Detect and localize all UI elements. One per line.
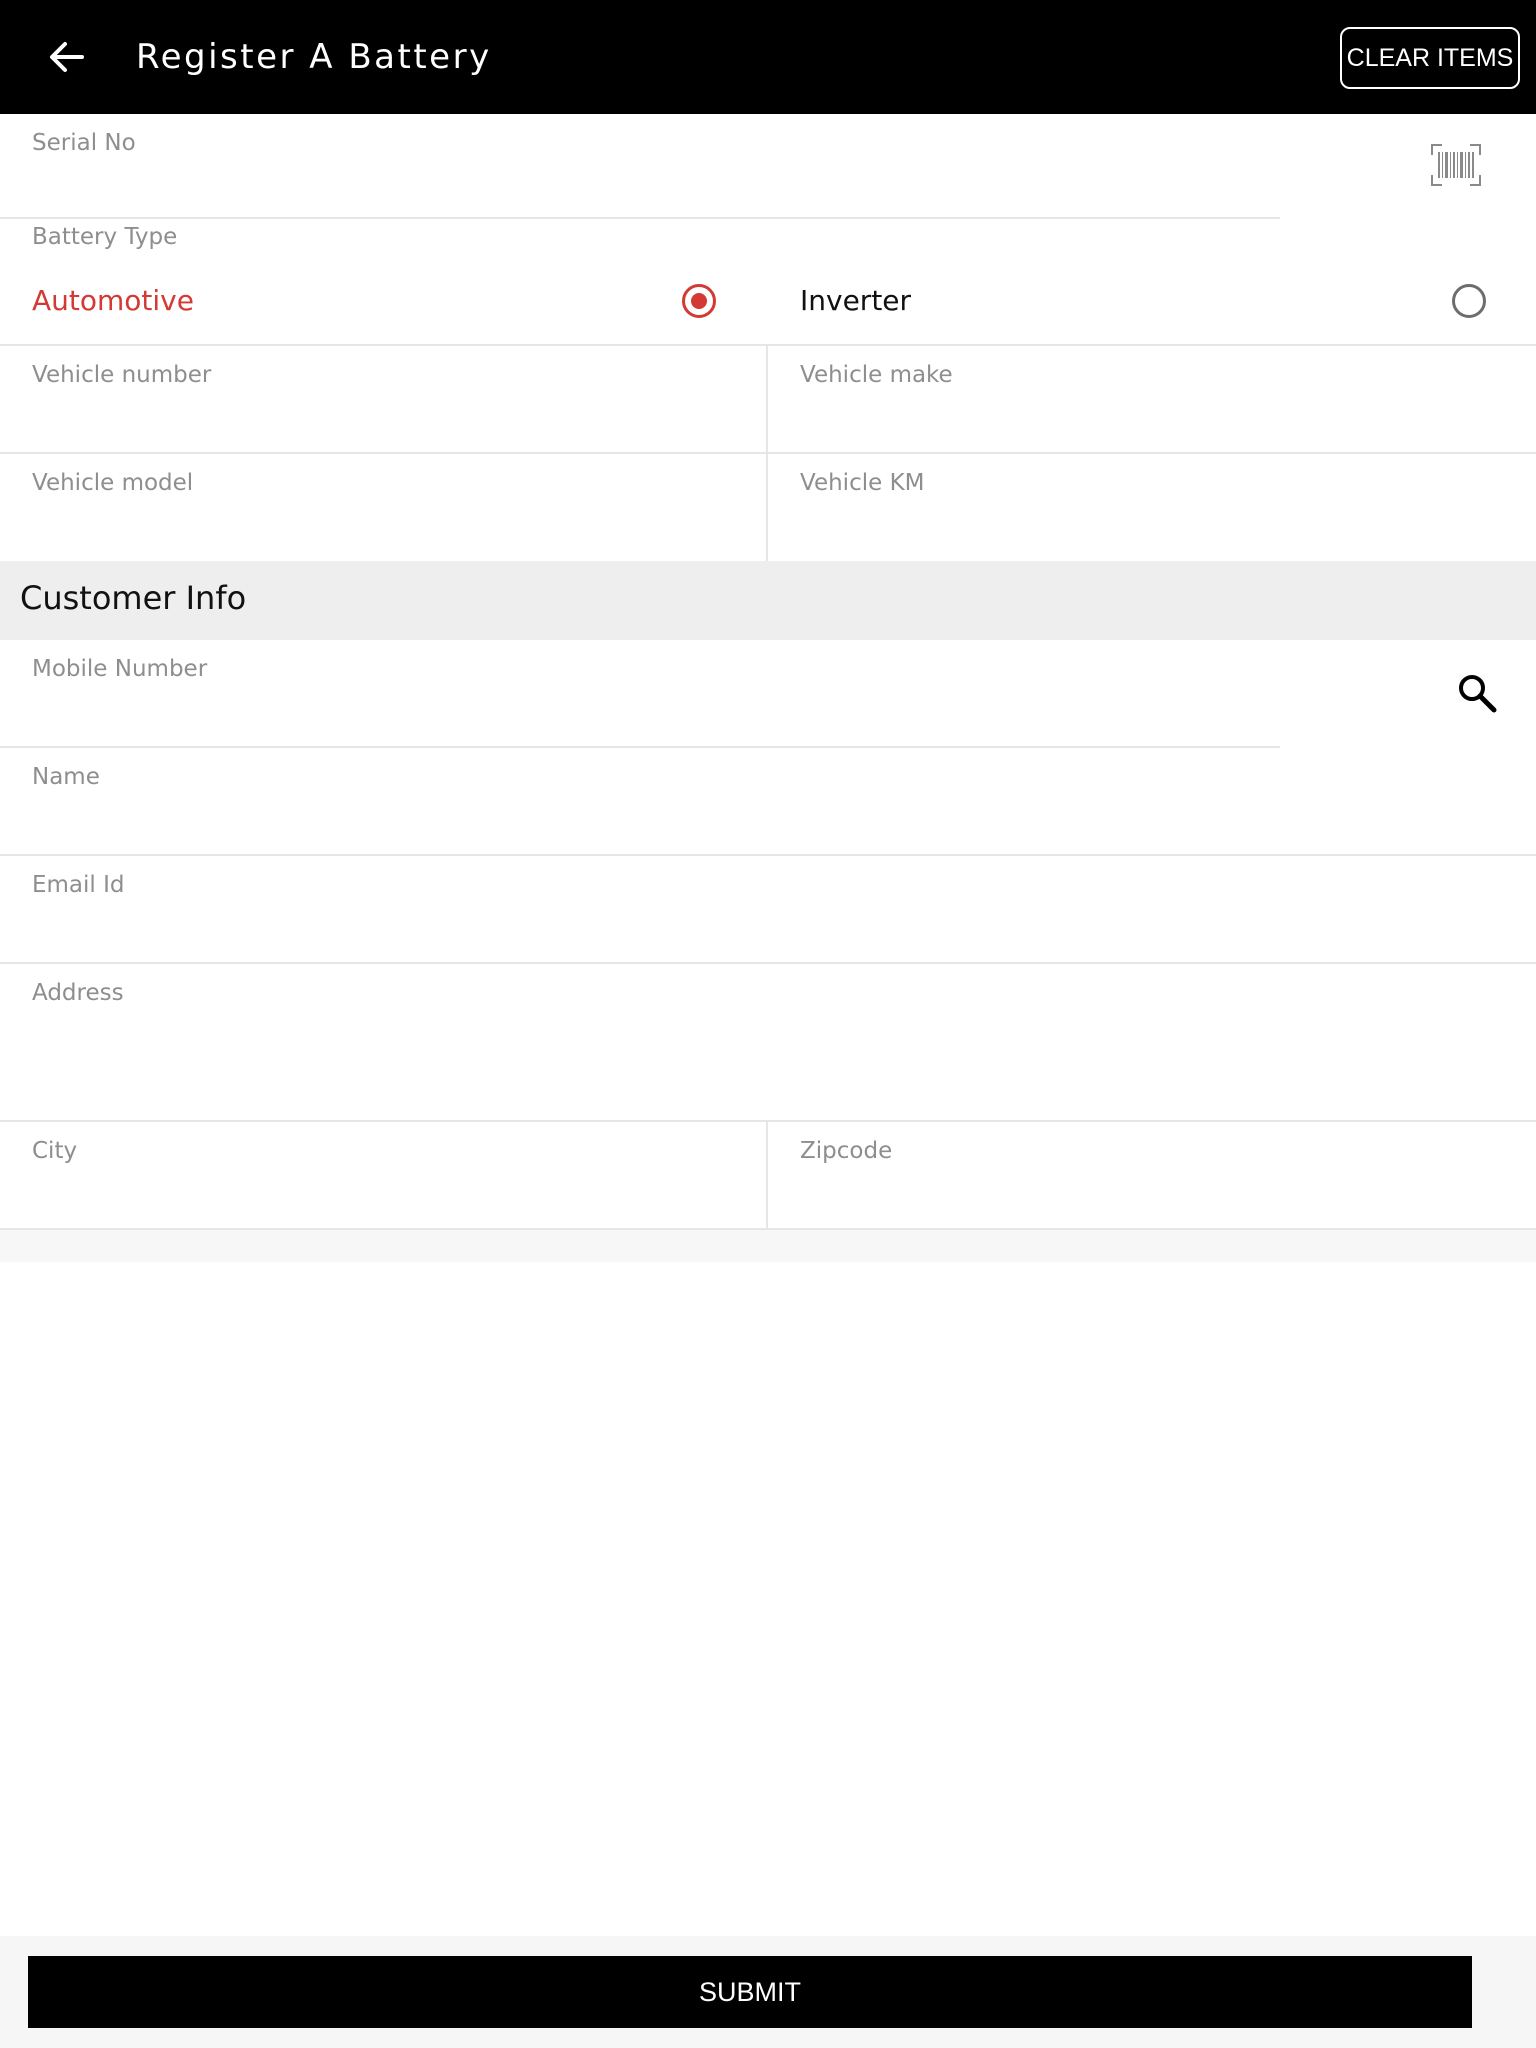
vehicle-km-input[interactable]	[800, 506, 1516, 546]
vehicle-number-input[interactable]	[32, 398, 746, 438]
zipcode-input[interactable]	[800, 1174, 1516, 1214]
customer-info-section-header: Customer Info	[0, 561, 1536, 640]
serial-no-field[interactable]: Serial No	[0, 114, 1280, 218]
email-label: Email Id	[32, 872, 125, 898]
search-icon	[1459, 675, 1497, 713]
page-title: Register A Battery	[136, 37, 492, 77]
serial-no-input[interactable]	[32, 166, 1260, 206]
vehicle-number-label: Vehicle number	[32, 362, 212, 388]
mobile-number-field[interactable]: Mobile Number	[0, 640, 1280, 746]
automotive-label: Automotive	[32, 284, 194, 317]
vehicle-make-label: Vehicle make	[800, 362, 953, 388]
zipcode-label: Zipcode	[800, 1138, 893, 1164]
serial-no-label: Serial No	[32, 130, 136, 156]
radio-selected-icon	[682, 284, 716, 318]
radio-inverter[interactable]: Inverter	[768, 270, 1536, 332]
radio-unselected-icon	[1452, 284, 1486, 318]
zipcode-field[interactable]: Zipcode	[768, 1122, 1536, 1228]
clear-items-button[interactable]: CLEAR ITEMS	[1340, 27, 1520, 89]
column-divider	[766, 346, 768, 561]
vehicle-km-label: Vehicle KM	[800, 470, 925, 496]
barcode-scan-icon	[1431, 144, 1481, 186]
inverter-label: Inverter	[800, 284, 912, 317]
vehicle-km-field[interactable]: Vehicle KM	[768, 454, 1536, 561]
mobile-number-input[interactable]	[32, 692, 1260, 732]
name-label: Name	[32, 764, 100, 790]
battery-type-label: Battery Type	[32, 224, 178, 250]
city-input[interactable]	[32, 1174, 746, 1214]
vehicle-make-field[interactable]: Vehicle make	[768, 346, 1536, 452]
vehicle-model-input[interactable]	[32, 506, 746, 546]
vehicle-model-field[interactable]: Vehicle model	[0, 454, 766, 561]
email-input[interactable]	[32, 908, 1516, 948]
back-button[interactable]	[40, 31, 92, 83]
register-battery-screen: Register A Battery CLEAR ITEMS Serial No…	[0, 0, 1536, 2048]
mobile-number-label: Mobile Number	[32, 656, 208, 682]
vehicle-number-field[interactable]: Vehicle number	[0, 346, 766, 452]
name-field[interactable]: Name	[0, 748, 1536, 854]
vehicle-model-label: Vehicle model	[32, 470, 194, 496]
address-input[interactable]	[32, 1016, 1516, 1056]
vehicle-make-input[interactable]	[800, 398, 1516, 438]
divider	[0, 217, 1280, 219]
address-label: Address	[32, 980, 124, 1006]
name-input[interactable]	[32, 800, 1516, 840]
email-field[interactable]: Email Id	[0, 856, 1536, 962]
search-customer-button[interactable]	[1452, 668, 1502, 718]
column-divider	[766, 1122, 768, 1228]
app-header: Register A Battery CLEAR ITEMS	[0, 0, 1536, 114]
section-title: Customer Info	[20, 579, 247, 617]
address-field[interactable]: Address	[0, 964, 1536, 1120]
form-bottom-spacer	[0, 1230, 1536, 1262]
barcode-scan-button[interactable]	[1428, 140, 1484, 190]
radio-automotive[interactable]: Automotive	[0, 270, 768, 332]
arrow-left-icon	[50, 42, 84, 72]
city-field[interactable]: City	[0, 1122, 766, 1228]
submit-button[interactable]: SUBMIT	[28, 1956, 1472, 2028]
city-label: City	[32, 1138, 78, 1164]
